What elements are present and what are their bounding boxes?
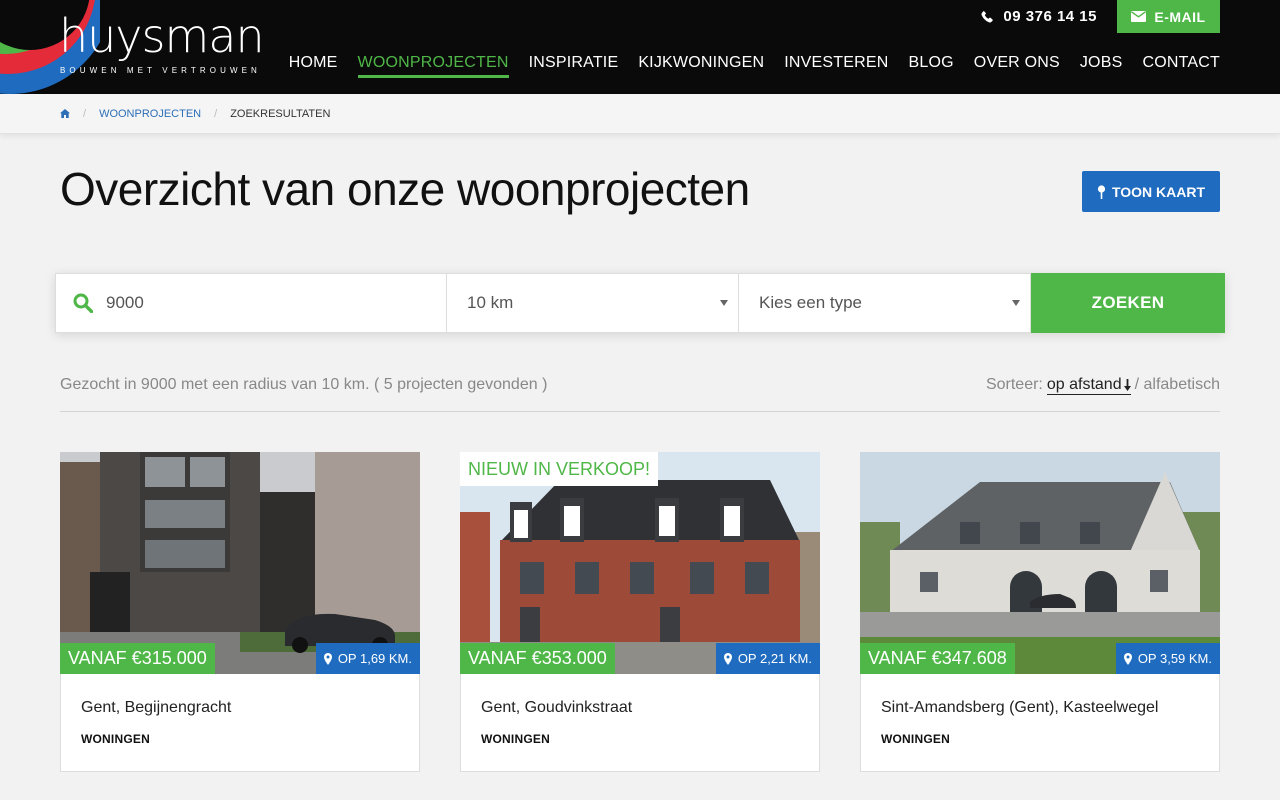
search-icon: [73, 293, 93, 313]
nav-home[interactable]: HOME: [289, 52, 338, 78]
map-pin-icon: [1097, 184, 1106, 199]
nav-contact[interactable]: CONTACT: [1142, 52, 1220, 78]
main-nav: HOME WOONPROJECTEN INSPIRATIE KIJKWONING…: [289, 52, 1220, 78]
project-card[interactable]: VANAF €315.000 OP 1,69 KM. Gent, Begijne…: [60, 452, 420, 772]
type-select[interactable]: Kies een type: [738, 273, 1031, 333]
distance-label: OP 3,59 KM.: [1137, 651, 1212, 666]
building-photo: [60, 452, 420, 674]
breadcrumb-separator: /: [214, 107, 218, 120]
search-submit-button[interactable]: ZOEKEN: [1031, 273, 1225, 333]
nav-over-ons[interactable]: OVER ONS: [974, 52, 1060, 78]
project-location: Gent, Goudvinkstraat: [481, 699, 633, 716]
project-location: Sint-Amandsberg (Gent), Kasteelwegel: [881, 699, 1159, 716]
nav-kijkwoningen[interactable]: KIJKWONINGEN: [638, 52, 764, 78]
logo-tagline: BOUWEN MET VERTROUWEN: [60, 66, 261, 75]
project-image[interactable]: VANAF €315.000 OP 1,69 KM.: [60, 452, 420, 674]
chevron-down-icon: [1012, 300, 1020, 306]
sort-alphabetical[interactable]: / alfabetisch: [1135, 376, 1220, 394]
location-input[interactable]: 9000: [106, 293, 144, 313]
project-type: WONINGEN: [81, 732, 150, 746]
sort-controls: Sorteer: op afstand / alfabetisch: [986, 376, 1220, 395]
site-header: huysman BOUWEN MET VERTROUWEN 09 376 14 …: [0, 0, 1280, 94]
phone-number: 09 376 14 15: [1003, 8, 1097, 25]
search-bar: 9000 10 km Kies een type ZOEKEN: [55, 273, 1225, 333]
price-badge: VANAF €347.608: [860, 643, 1015, 674]
nav-blog[interactable]: BLOG: [909, 52, 954, 78]
distance-badge: OP 3,59 KM.: [1115, 643, 1220, 674]
home-icon[interactable]: [60, 109, 70, 118]
nav-inspiratie[interactable]: INSPIRATIE: [529, 52, 619, 78]
page-title: Overzicht van onze woonprojecten: [60, 163, 750, 215]
distance-badge: OP 2,21 KM.: [715, 643, 820, 674]
project-card[interactable]: NIEUW IN VERKOOP! VANAF €353.000 OP 2,21…: [460, 452, 820, 772]
arrow-down-icon: [1123, 379, 1131, 391]
nav-jobs[interactable]: JOBS: [1080, 52, 1123, 78]
results-summary: Gezocht in 9000 met een radius van 10 km…: [60, 376, 548, 393]
breadcrumb-woonprojecten[interactable]: WOONPROJECTEN: [99, 108, 201, 120]
location-field[interactable]: 9000: [55, 273, 446, 333]
email-label: E-MAIL: [1154, 8, 1206, 25]
show-map-label: TOON KAART: [1111, 183, 1206, 200]
phone-link[interactable]: 09 376 14 15: [981, 0, 1097, 33]
phone-icon: [981, 10, 994, 23]
project-type: WONINGEN: [481, 732, 550, 746]
nav-woonprojecten[interactable]: WOONPROJECTEN: [357, 52, 509, 78]
price-badge: VANAF €353.000: [460, 643, 615, 674]
map-marker-icon: [1123, 652, 1132, 665]
envelope-icon: [1131, 11, 1147, 22]
price-badge: VANAF €315.000: [60, 643, 215, 674]
nav-investeren[interactable]: INVESTEREN: [784, 52, 888, 78]
distance-badge: OP 1,69 KM.: [315, 643, 420, 674]
divider: [60, 411, 1220, 412]
map-marker-icon: [723, 652, 732, 665]
distance-label: OP 2,21 KM.: [737, 651, 812, 666]
distance-label: OP 1,69 KM.: [337, 651, 412, 666]
project-location: Gent, Begijnengracht: [81, 699, 232, 716]
building-photo: [860, 452, 1220, 674]
breadcrumb-separator: /: [83, 107, 87, 120]
project-image[interactable]: VANAF €347.608 OP 3,59 KM.: [860, 452, 1220, 674]
radius-value: 10 km: [467, 293, 514, 312]
new-badge: NIEUW IN VERKOOP!: [460, 452, 659, 486]
sort-label: Sorteer:: [985, 376, 1043, 393]
project-image[interactable]: NIEUW IN VERKOOP! VANAF €353.000 OP 2,21…: [460, 452, 820, 674]
show-map-button[interactable]: TOON KAART: [1082, 171, 1220, 212]
sort-selected-label: op afstand: [1046, 376, 1122, 393]
email-button[interactable]: E-MAIL: [1117, 0, 1220, 33]
project-type: WONINGEN: [881, 732, 950, 746]
map-marker-icon: [323, 652, 332, 665]
logo-wordmark[interactable]: huysman: [59, 8, 265, 64]
chevron-down-icon: [720, 300, 728, 306]
breadcrumb-current: ZOEKRESULTATEN: [230, 107, 331, 120]
breadcrumb: / WOONPROJECTEN / ZOEKRESULTATEN: [0, 94, 1280, 134]
project-card[interactable]: VANAF €347.608 OP 3,59 KM. Sint-Amandsbe…: [860, 452, 1220, 772]
type-placeholder: Kies een type: [759, 293, 863, 312]
radius-select[interactable]: 10 km: [446, 273, 738, 333]
sort-by-distance[interactable]: op afstand: [1046, 376, 1131, 395]
